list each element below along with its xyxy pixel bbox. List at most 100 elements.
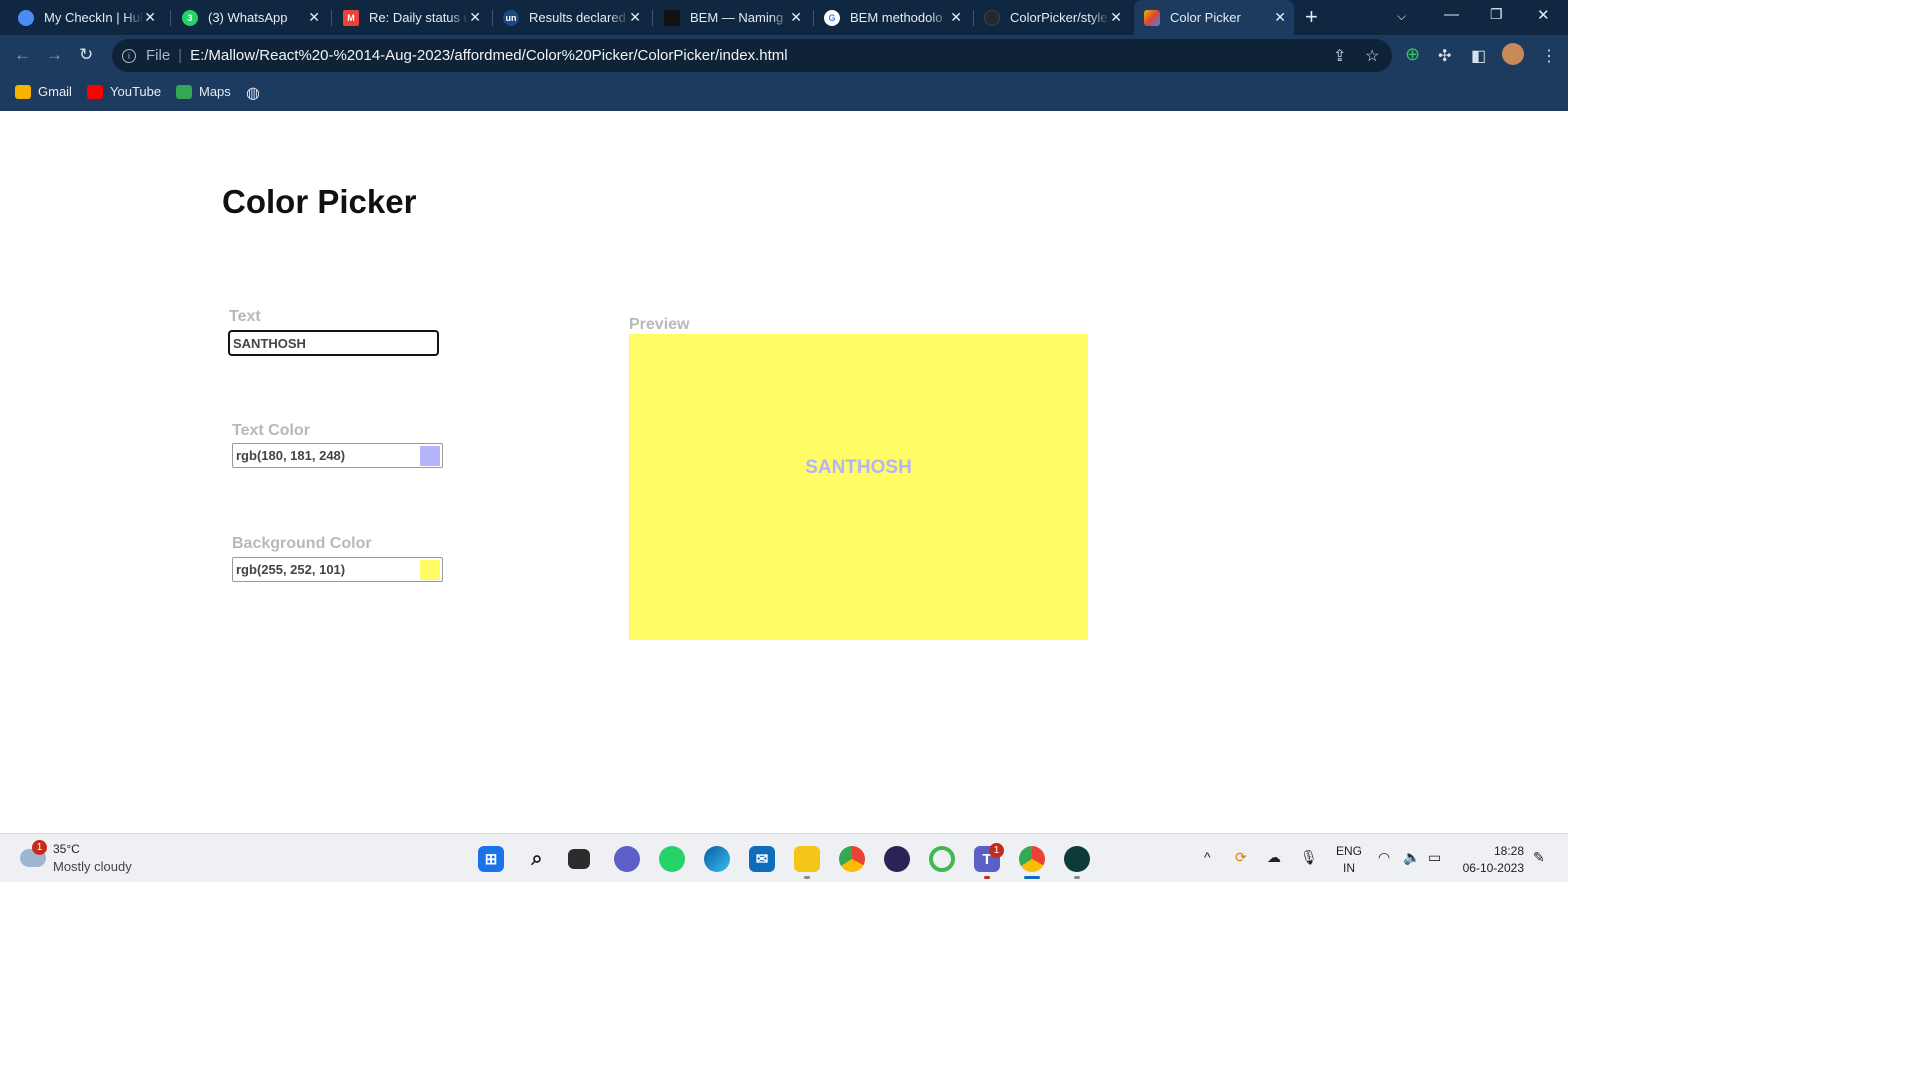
weather-description[interactable]: Mostly cloudy xyxy=(53,859,132,874)
tab-whatsapp[interactable]: 3 (3) WhatsApp ✕ xyxy=(182,0,328,35)
onedrive-icon[interactable]: ☁ xyxy=(1267,849,1281,866)
windows-taskbar: 1 35°C Mostly cloudy ⊞ ⌕ ✉ T 1 ^ ⟳ ☁ 🎙 E… xyxy=(0,833,1568,882)
youtube-icon xyxy=(87,84,103,99)
bookmark-gmail[interactable]: Gmail xyxy=(15,84,72,99)
tab-separator xyxy=(331,10,332,26)
close-icon[interactable]: ✕ xyxy=(144,9,156,26)
close-icon[interactable]: ✕ xyxy=(629,9,641,26)
info-icon[interactable]: i xyxy=(122,48,136,63)
close-icon[interactable]: ✕ xyxy=(1274,9,1286,26)
sync-icon[interactable]: ⟳ xyxy=(1235,849,1247,866)
region-code: IN xyxy=(1343,861,1355,875)
close-icon[interactable]: ✕ xyxy=(308,9,320,26)
tab-results[interactable]: un Results declared ✕ xyxy=(503,0,649,35)
tab-title: BEM — Naming xyxy=(690,10,784,25)
browser-toolbar: ← → ↻ i File | E:/Mallow/React%20-%2014-… xyxy=(0,35,1568,76)
whatsapp-icon[interactable] xyxy=(659,846,685,872)
tab-separator xyxy=(813,10,814,26)
profile-avatar[interactable] xyxy=(1502,43,1524,65)
task-view-icon[interactable] xyxy=(568,849,590,869)
new-tab-button[interactable]: + xyxy=(1305,4,1318,30)
time: 18:28 xyxy=(1493,844,1524,858)
url-text[interactable]: E:/Mallow/React%20-%2014-Aug-2023/afford… xyxy=(190,47,788,64)
language-code: ENG xyxy=(1336,844,1363,858)
menu-kebab-icon[interactable]: ⋮ xyxy=(1541,46,1557,66)
extension-plus-icon[interactable]: ⊕ xyxy=(1405,44,1420,65)
close-window-icon[interactable]: ✕ xyxy=(1537,6,1550,24)
tab-separator xyxy=(973,10,974,26)
scheme-label: File xyxy=(146,47,171,64)
preview-box: SANTHOSH xyxy=(629,334,1088,640)
teams-chat-icon[interactable] xyxy=(614,846,640,872)
tab-color-picker[interactable]: Color Picker ✕ xyxy=(1134,0,1294,35)
tab-github[interactable]: ColorPicker/style ✕ xyxy=(984,0,1130,35)
clock[interactable]: 18:28 06-10-2023 xyxy=(1460,843,1524,877)
whatsapp-icon: 3 xyxy=(182,9,198,26)
language-indicator[interactable]: ENG IN xyxy=(1336,843,1362,877)
eclipse-icon[interactable] xyxy=(884,846,910,872)
close-icon[interactable]: ✕ xyxy=(469,9,481,26)
globe-icon[interactable]: ◍ xyxy=(246,83,260,103)
minimize-icon[interactable]: — xyxy=(1444,6,1459,23)
close-icon[interactable]: ✕ xyxy=(790,9,802,26)
bem-icon xyxy=(664,9,680,26)
tab-title: Results declared xyxy=(529,10,626,25)
background-color-swatch[interactable] xyxy=(420,559,440,580)
tab-title: ColorPicker/style xyxy=(1010,10,1108,25)
gmail-icon: M xyxy=(343,9,359,26)
forward-arrow-icon[interactable]: → xyxy=(46,45,63,65)
background-color-field[interactable]: rgb(255, 252, 101) xyxy=(232,557,443,582)
divider: | xyxy=(178,47,183,64)
tab-my-checkin[interactable]: My CheckIn | Hul ✕ xyxy=(18,0,164,35)
bookmark-label: YouTube xyxy=(110,84,162,99)
bookmark-maps[interactable]: Maps xyxy=(176,84,231,99)
preview-label: Preview xyxy=(629,316,690,333)
refresh-app-icon[interactable] xyxy=(929,846,955,872)
close-icon[interactable]: ✕ xyxy=(950,9,962,26)
mic-muted-icon[interactable]: 🎙 xyxy=(1300,849,1318,866)
tab-separator xyxy=(652,10,653,26)
search-icon[interactable]: ⌕ xyxy=(524,846,550,872)
bookmark-youtube[interactable]: YouTube xyxy=(87,84,161,99)
tab-title: BEM methodolo xyxy=(850,10,943,25)
text-color-field[interactable]: rgb(180, 181, 248) xyxy=(232,443,443,468)
reload-icon[interactable]: ↻ xyxy=(79,45,93,65)
battery-icon[interactable]: ▭ xyxy=(1428,849,1441,866)
weather-badge: 1 xyxy=(32,840,47,855)
tab-gmail[interactable]: M Re: Daily status u ✕ xyxy=(343,0,489,35)
text-color-value: rgb(180, 181, 248) xyxy=(236,448,346,463)
background-color-value: rgb(255, 252, 101) xyxy=(236,562,346,577)
share-icon[interactable]: ⇪ xyxy=(1333,46,1346,66)
background-color-label: Background Color xyxy=(232,535,372,552)
weather-temperature[interactable]: 35°C xyxy=(53,842,80,856)
tab-bem-methodology[interactable]: G BEM methodolo ✕ xyxy=(824,0,970,35)
bookmark-star-icon[interactable]: ☆ xyxy=(1365,46,1379,66)
back-arrow-icon[interactable]: ← xyxy=(14,45,31,65)
tab-strip: My CheckIn | Hul ✕ 3 (3) WhatsApp ✕ M Re… xyxy=(0,0,1568,35)
side-panel-icon[interactable]: ◧ xyxy=(1471,46,1486,66)
volume-icon[interactable]: 🔈 xyxy=(1403,849,1420,866)
tab-search-icon[interactable]: ⌵ xyxy=(1397,9,1406,24)
edge-icon[interactable] xyxy=(704,846,730,872)
tab-bem-naming[interactable]: BEM — Naming ✕ xyxy=(664,0,810,35)
file-explorer-icon[interactable] xyxy=(794,846,820,872)
chrome-icon[interactable] xyxy=(839,846,865,872)
wifi-icon[interactable]: ◠ xyxy=(1378,849,1390,866)
windows-start-icon[interactable]: ⊞ xyxy=(478,846,504,872)
mail-icon[interactable]: ✉ xyxy=(749,846,775,872)
app-icon[interactable] xyxy=(1064,846,1090,872)
restore-icon[interactable]: ❐ xyxy=(1490,6,1503,23)
puzzle-icon[interactable]: ✣ xyxy=(1438,46,1451,66)
chevron-up-icon[interactable]: ^ xyxy=(1204,849,1211,865)
github-icon xyxy=(984,9,1000,26)
chrome-profile-icon[interactable] xyxy=(1019,846,1045,872)
text-label: Text xyxy=(229,308,261,325)
maps-icon xyxy=(176,84,192,99)
close-icon[interactable]: ✕ xyxy=(1110,9,1122,26)
address-bar[interactable]: i File | E:/Mallow/React%20-%2014-Aug-20… xyxy=(112,39,1392,72)
colorpicker-icon xyxy=(1144,9,1160,26)
text-color-label: Text Color xyxy=(232,422,310,439)
text-color-swatch[interactable] xyxy=(420,445,440,466)
text-input[interactable]: SANTHOSH xyxy=(228,330,439,356)
notification-icon[interactable]: ✎ xyxy=(1533,849,1545,866)
